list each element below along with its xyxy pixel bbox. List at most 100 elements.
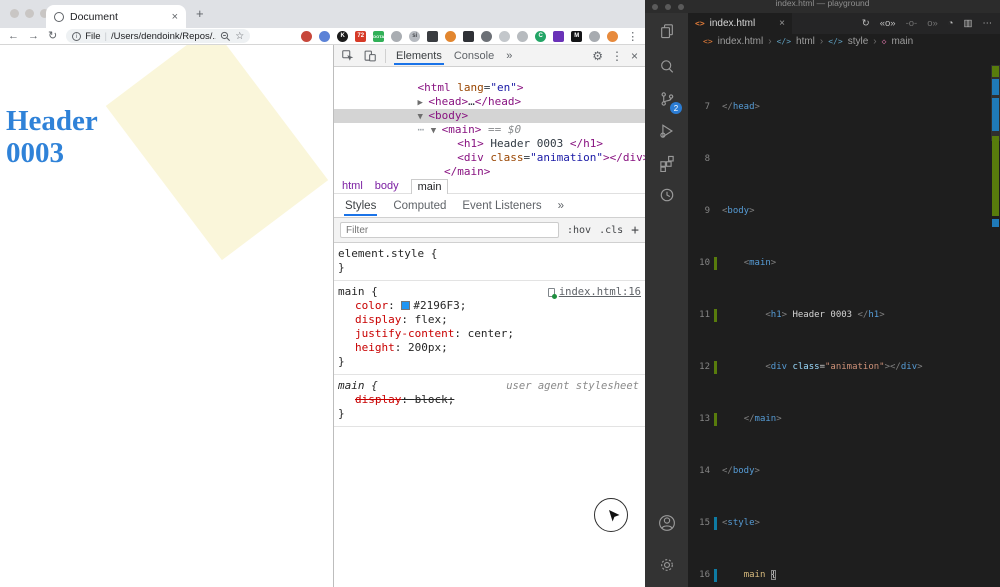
rule-user-agent[interactable]: main { user agent stylesheet display: bl… — [334, 375, 645, 427]
editor-tab[interactable]: <> index.html × — [688, 13, 792, 34]
html-file-icon: <> — [695, 19, 705, 28]
tabbar-action-icon[interactable]: ↻ — [862, 18, 870, 29]
tabbar-action-icon[interactable]: ◔ — [948, 18, 954, 29]
tab-elements[interactable]: Elements — [394, 47, 444, 65]
browser-menu-icon[interactable]: ⋮ — [627, 30, 645, 43]
tab-styles[interactable]: Styles — [344, 196, 377, 216]
extension-icon[interactable]: 72 — [355, 31, 366, 42]
tab-close-icon[interactable]: × — [172, 11, 178, 23]
css-declaration[interactable]: justify-content: center; — [338, 327, 641, 341]
extension-icon[interactable]: C — [535, 31, 546, 42]
tabbar-action-icon[interactable]: o» — [927, 18, 938, 29]
code-line[interactable]: 7 </head> — [688, 101, 1000, 114]
account-icon[interactable] — [645, 511, 688, 535]
more-panels-icon[interactable]: » — [558, 200, 564, 212]
extension-icon[interactable] — [517, 31, 528, 42]
extension-icon[interactable] — [589, 31, 600, 42]
extension-icon[interactable]: si — [409, 31, 420, 42]
code-line[interactable]: 16 main { — [688, 569, 1000, 582]
timeline-clock-icon[interactable] — [645, 183, 688, 207]
extension-icon[interactable] — [319, 31, 330, 42]
tabbar-action-icon[interactable]: ▥ — [964, 18, 973, 29]
extension-icon[interactable]: DOTA — [373, 31, 384, 42]
zoom-out-icon[interactable] — [220, 31, 231, 42]
code-line[interactable]: 13 </main> — [688, 413, 1000, 426]
extension-icon[interactable] — [607, 31, 618, 42]
extensions-icon[interactable] — [645, 151, 688, 175]
breadcrumb-main[interactable]: main — [411, 179, 449, 194]
hover-state-toggle[interactable]: :hov — [567, 225, 591, 236]
extension-icon[interactable] — [301, 31, 312, 42]
code-line[interactable]: 9 <body> — [688, 205, 1000, 218]
extension-icon[interactable] — [463, 31, 474, 42]
more-tabs-icon[interactable]: » — [504, 47, 514, 65]
back-icon[interactable]: ← — [8, 31, 19, 42]
browser-tab[interactable]: Document × — [46, 5, 186, 28]
tabbar-action-icon[interactable]: «o» — [880, 18, 896, 29]
extension-icon[interactable] — [391, 31, 402, 42]
breadcrumb-html[interactable]: html — [342, 180, 363, 192]
tabbar-action-icon[interactable]: -o- — [906, 18, 918, 29]
code-token: > — [879, 310, 884, 320]
breadcrumb-body[interactable]: body — [375, 180, 399, 192]
css-token: ; — [441, 341, 448, 354]
devtools-close-icon[interactable]: × — [631, 49, 638, 63]
new-style-rule-icon[interactable]: + — [631, 223, 639, 238]
inspect-element-icon[interactable] — [341, 49, 355, 63]
extension-icon[interactable] — [553, 31, 564, 42]
dom-token: <html — [417, 81, 450, 94]
tab-event-listeners[interactable]: Event Listeners — [462, 200, 541, 212]
run-debug-icon[interactable] — [645, 119, 688, 143]
class-toggle[interactable]: .cls — [599, 225, 623, 236]
stylesheet-source-link[interactable]: index.html:16 — [559, 285, 641, 299]
css-declaration[interactable]: height: 200px; — [338, 341, 641, 355]
forward-icon[interactable]: → — [28, 31, 39, 42]
window-close-button[interactable] — [10, 9, 19, 18]
code-line[interactable]: 8 — [688, 153, 1000, 166]
explorer-icon[interactable] — [645, 19, 688, 43]
breadcrumb-item[interactable]: style — [848, 36, 869, 47]
code-area[interactable]: 7 </head> 8 9 <body> — [688, 49, 1000, 587]
extension-icon[interactable]: M — [571, 31, 582, 42]
window-minimize-button[interactable] — [25, 9, 34, 18]
extension-icon[interactable] — [427, 31, 438, 42]
breadcrumb-item[interactable]: index.html — [718, 36, 764, 47]
code-line[interactable]: 12 <div class="animation"></div> — [688, 361, 1000, 374]
rule-main[interactable]: main { index.html:16 color: #2196F3; dis… — [334, 281, 645, 375]
extension-icon[interactable] — [481, 31, 492, 42]
device-toolbar-icon[interactable] — [363, 49, 377, 63]
source-control-icon[interactable]: 2 — [645, 87, 688, 111]
bookmark-star-icon[interactable]: ☆ — [235, 31, 244, 42]
tab-console[interactable]: Console — [452, 47, 496, 65]
info-icon[interactable]: i — [72, 32, 81, 41]
css-declaration[interactable]: color: #2196F3; — [338, 299, 641, 313]
search-icon[interactable] — [645, 55, 688, 79]
devtools-menu-icon[interactable]: ⋮ — [611, 49, 623, 63]
css-token: : — [388, 299, 401, 312]
extension-icon[interactable] — [445, 31, 456, 42]
code-line[interactable]: 15 <style> — [688, 517, 1000, 530]
tabbar-action-icon[interactable]: ⋯ — [983, 18, 993, 29]
extension-icon[interactable] — [499, 31, 510, 42]
code-line[interactable]: 11 <h1> Header 0003 </h1> — [688, 309, 1000, 322]
breadcrumb-item[interactable]: main — [891, 36, 913, 47]
new-tab-button[interactable]: + — [196, 6, 204, 21]
css-declaration[interactable]: display: flex; — [338, 313, 641, 327]
code-line[interactable]: 10 <main> — [688, 257, 1000, 270]
reload-icon[interactable]: ↻ — [48, 31, 57, 42]
tab-computed[interactable]: Computed — [393, 200, 446, 212]
css-token: : — [401, 393, 414, 406]
code-line[interactable]: 14 </body> — [688, 465, 1000, 478]
extension-icon[interactable]: K — [337, 31, 348, 42]
settings-gear-icon[interactable] — [645, 553, 688, 577]
code-token — [765, 570, 770, 580]
rule-element-style[interactable]: element.style { } — [334, 243, 645, 281]
filter-input[interactable] — [340, 222, 559, 238]
editor-tab-close-icon[interactable]: × — [779, 18, 785, 29]
dom-token: ▼ — [417, 112, 428, 122]
settings-gear-icon[interactable]: ⚙ — [592, 49, 603, 63]
css-declaration[interactable]: display: block; — [338, 393, 641, 407]
address-bar[interactable]: i File | /Users/dendoink/Repos/... ☆ — [66, 29, 250, 43]
breadcrumb-item[interactable]: html — [796, 36, 815, 47]
dom-tree-row[interactable]: <html lang="en"> — [334, 67, 645, 81]
